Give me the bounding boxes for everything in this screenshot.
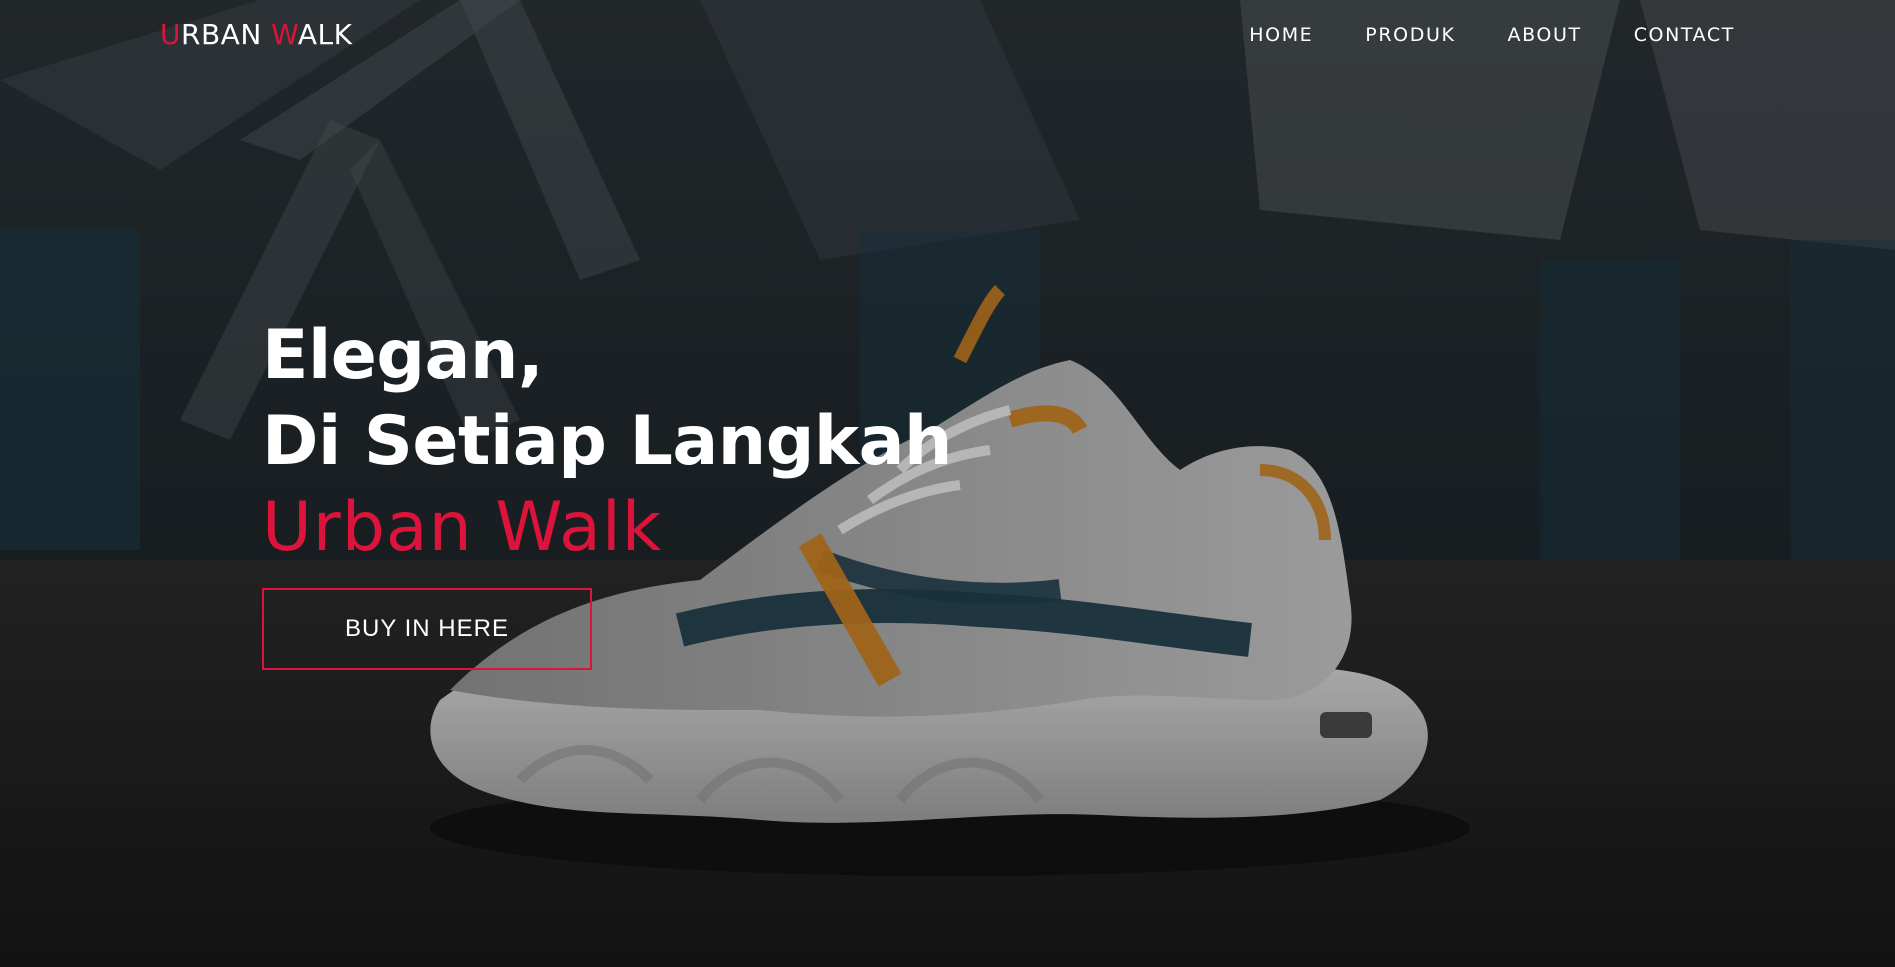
logo-initial-u: U <box>160 18 181 51</box>
main-nav: HOME PRODUK ABOUT CONTACT <box>1249 24 1735 46</box>
nav-link-about[interactable]: ABOUT <box>1508 24 1582 46</box>
logo-text-alk: ALK <box>297 18 353 51</box>
buy-in-here-button[interactable]: BUY IN HERE <box>262 588 592 670</box>
hero-headline-line-1: Elegan, <box>262 316 544 396</box>
nav-link-home[interactable]: HOME <box>1249 24 1313 46</box>
logo-initial-w: W <box>271 18 298 51</box>
hero-headline: Elegan, Di Setiap Langkah Urban Walk <box>262 313 952 571</box>
nav-link-produk[interactable]: PRODUK <box>1365 24 1455 46</box>
hero-brand-line: Urban Walk <box>262 488 663 568</box>
logo-text-rban: RBAN <box>181 18 272 51</box>
site-logo[interactable]: URBAN WALK <box>160 18 352 51</box>
nav-link-contact[interactable]: CONTACT <box>1634 24 1735 46</box>
hero-headline-line-2: Di Setiap Langkah <box>262 402 952 482</box>
hero-section: URBAN WALK HOME PRODUK ABOUT CONTACT Ele… <box>0 0 1895 967</box>
navbar: URBAN WALK HOME PRODUK ABOUT CONTACT <box>0 0 1895 72</box>
